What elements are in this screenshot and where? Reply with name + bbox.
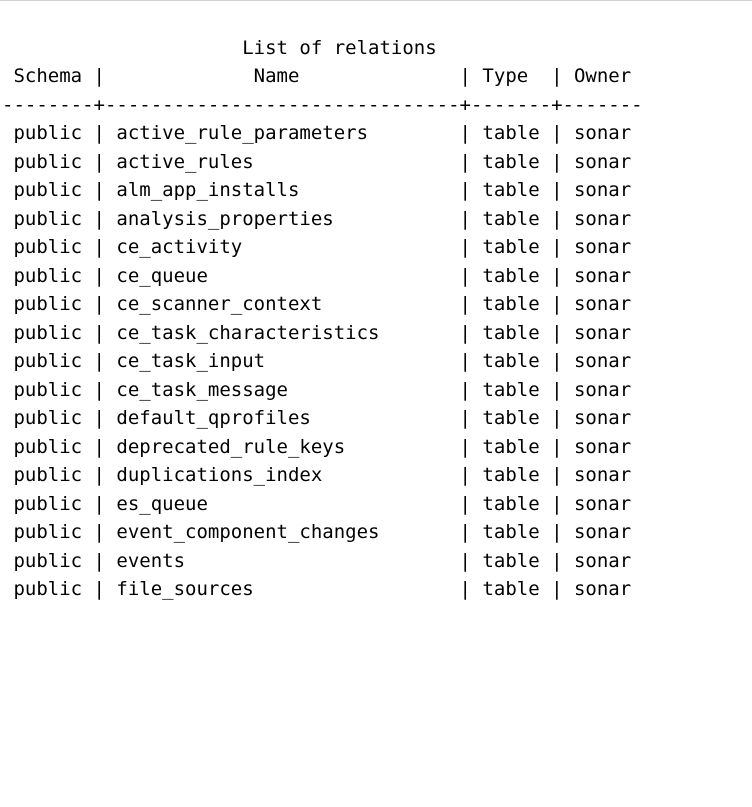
table-row: public | duplications_index | table | so… bbox=[2, 461, 750, 490]
table-row: public | event_component_changes | table… bbox=[2, 518, 750, 547]
psql-output: List of relations Schema | Name | Type |… bbox=[2, 34, 750, 604]
table-row: public | ce_activity | table | sonar bbox=[2, 233, 750, 262]
table-row: public | ce_task_characteristics | table… bbox=[2, 319, 750, 348]
table-row: public | file_sources | table | sonar bbox=[2, 575, 750, 604]
table-row: public | ce_queue | table | sonar bbox=[2, 262, 750, 291]
table-row: public | ce_task_message | table | sonar bbox=[2, 376, 750, 405]
table-row: public | active_rules | table | sonar bbox=[2, 148, 750, 177]
table-row: public | ce_scanner_context | table | so… bbox=[2, 290, 750, 319]
table-row: public | alm_app_installs | table | sona… bbox=[2, 176, 750, 205]
table-row: public | default_qprofiles | table | son… bbox=[2, 404, 750, 433]
header-line: Schema | Name | Type | Owner bbox=[2, 62, 750, 91]
table-row: public | events | table | sonar bbox=[2, 547, 750, 576]
table-row: public | analysis_properties | table | s… bbox=[2, 205, 750, 234]
title-line: List of relations bbox=[2, 34, 750, 63]
table-row: public | es_queue | table | sonar bbox=[2, 490, 750, 519]
table-row: public | ce_task_input | table | sonar bbox=[2, 347, 750, 376]
table-row: public | deprecated_rule_keys | table | … bbox=[2, 433, 750, 462]
table-row: public | active_rule_parameters | table … bbox=[2, 119, 750, 148]
separator-line: --------+-------------------------------… bbox=[2, 91, 750, 120]
